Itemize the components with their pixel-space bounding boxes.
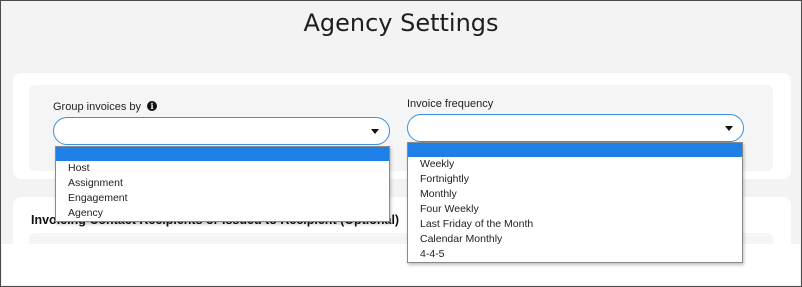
invoice-frequency-option-monthly[interactable]: Monthly: [408, 187, 742, 202]
group-invoices-label: Group invoices by: [53, 101, 142, 113]
invoice-frequency-option-four-weekly[interactable]: Four Weekly: [408, 202, 742, 217]
app-window: Agency Settings Invoicing Contact Recipi…: [0, 0, 802, 287]
invoice-frequency-option-weekly[interactable]: Weekly: [408, 157, 742, 172]
group-invoices-select[interactable]: [53, 117, 390, 145]
info-icon[interactable]: i: [147, 101, 157, 111]
invoice-frequency-option-4-4-5[interactable]: 4-4-5: [408, 247, 742, 262]
chevron-down-icon: [371, 129, 379, 134]
page-title: Agency Settings: [303, 9, 499, 37]
chevron-down-icon: [725, 126, 733, 131]
invoice-frequency-label: Invoice frequency: [407, 98, 494, 110]
invoice-frequency-select[interactable]: [407, 114, 744, 142]
invoice-frequency-dropdown: Weekly Fortnightly Monthly Four Weekly L…: [407, 142, 743, 263]
group-invoices-option-host[interactable]: Host: [56, 161, 389, 176]
group-invoices-option-agency[interactable]: Agency: [56, 206, 389, 221]
invoice-frequency-option-blank[interactable]: [408, 143, 742, 157]
group-invoices-option-assignment[interactable]: Assignment: [56, 176, 389, 191]
invoice-frequency-option-last-friday[interactable]: Last Friday of the Month: [408, 217, 742, 232]
group-invoices-dropdown: Host Assignment Engagement Agency: [55, 146, 390, 222]
group-invoices-option-engagement[interactable]: Engagement: [56, 191, 389, 206]
invoice-frequency-option-fortnightly[interactable]: Fortnightly: [408, 172, 742, 187]
group-invoices-option-blank[interactable]: [56, 147, 389, 161]
invoice-frequency-option-calendar-monthly[interactable]: Calendar Monthly: [408, 232, 742, 247]
